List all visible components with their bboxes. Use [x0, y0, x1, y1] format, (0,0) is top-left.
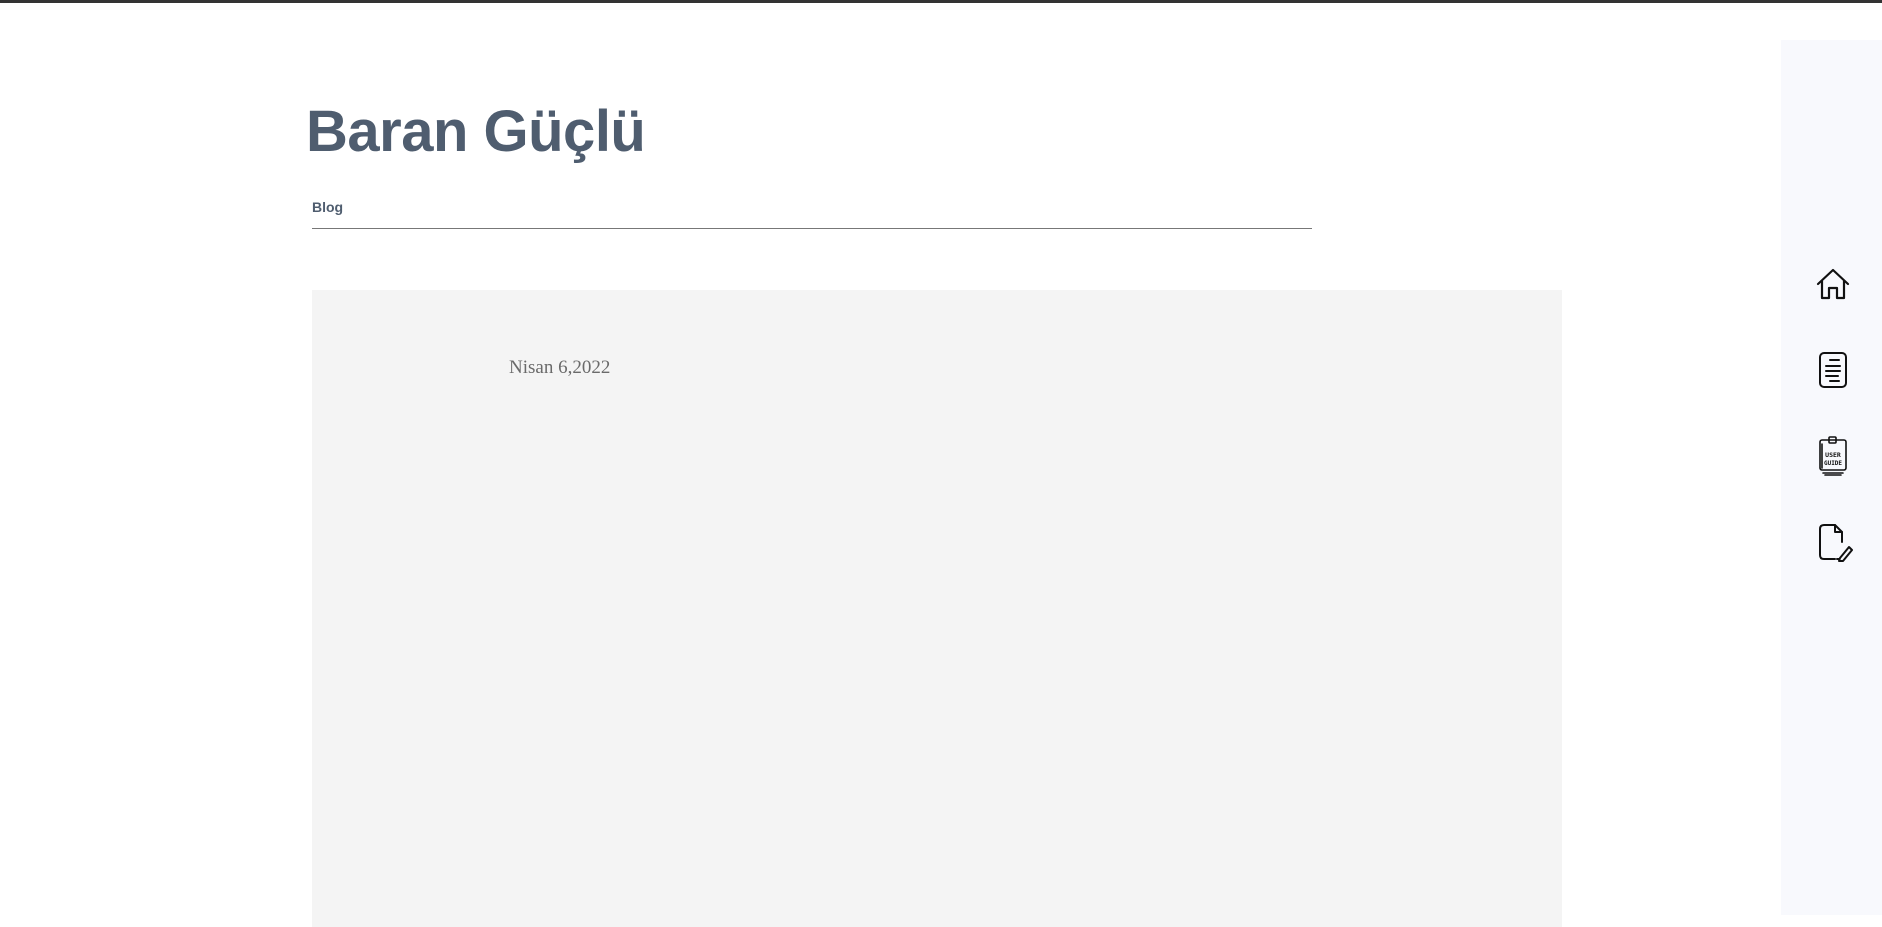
document-icon[interactable] — [1813, 350, 1853, 390]
home-icon[interactable] — [1813, 264, 1853, 304]
top-border — [0, 0, 1882, 3]
svg-text:GUIDE: GUIDE — [1824, 460, 1842, 467]
post-content-area: Nisan 6,2022 — [312, 290, 1562, 927]
edit-document-icon[interactable] — [1813, 522, 1853, 562]
nav-link-blog[interactable]: Blog — [312, 196, 343, 218]
post-date: Nisan 6,2022 — [509, 357, 611, 378]
side-nav-panel: USER GUIDE — [1781, 40, 1882, 915]
svg-text:USER: USER — [1825, 451, 1841, 459]
user-guide-icon[interactable]: USER GUIDE — [1813, 436, 1853, 476]
site-title: Baran Güçlü — [306, 99, 646, 164]
main-nav: Blog — [312, 196, 1312, 229]
